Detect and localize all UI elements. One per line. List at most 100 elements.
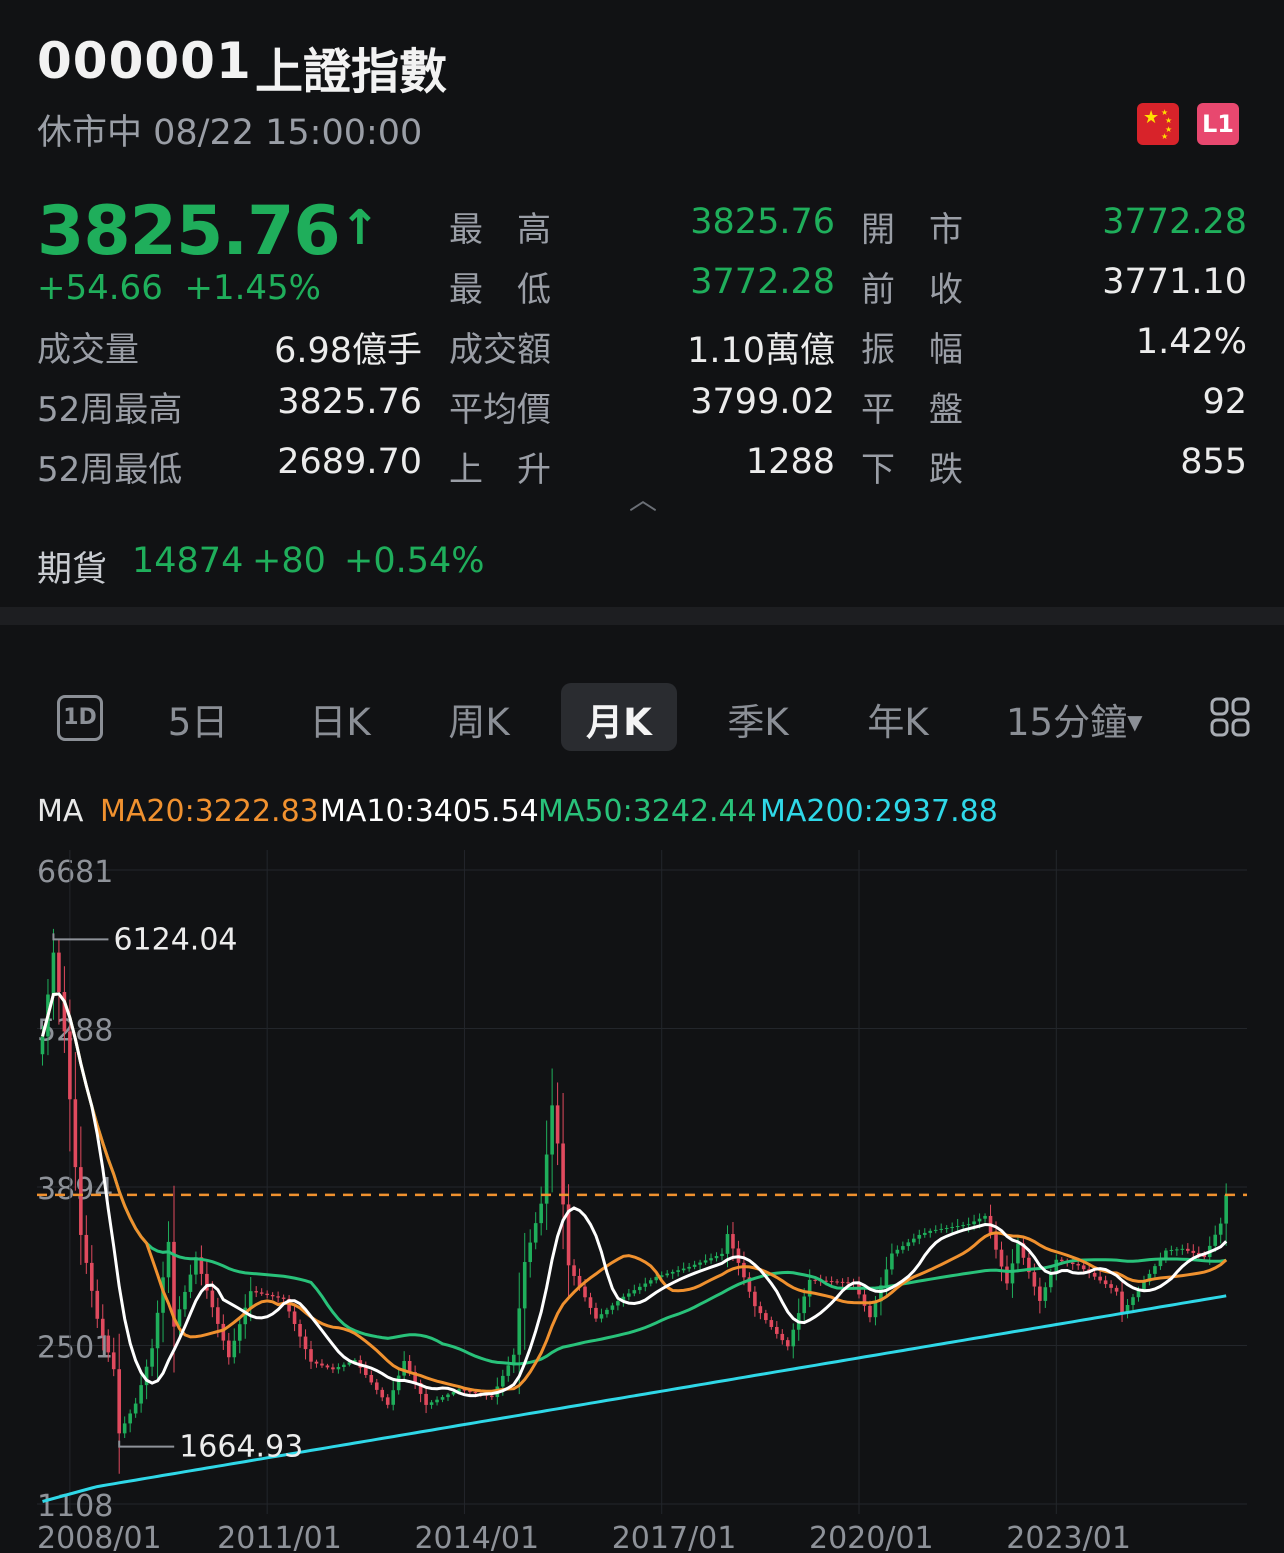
candle-body — [265, 1293, 269, 1296]
candle-body — [731, 1234, 735, 1249]
candle-body — [122, 1423, 127, 1434]
candle-body — [890, 1253, 894, 1270]
stat-value: 1.42% — [1135, 322, 1247, 362]
candle-body — [446, 1394, 450, 1398]
candle-body — [555, 1105, 560, 1144]
candle-body — [950, 1227, 954, 1229]
candle-body — [955, 1226, 960, 1228]
candle-body — [374, 1382, 379, 1390]
candle-body — [369, 1374, 374, 1383]
candle-body — [210, 1290, 215, 1308]
candle-body — [884, 1269, 889, 1286]
stat-value: 3771.10 — [1102, 262, 1247, 302]
candle-body — [791, 1329, 796, 1347]
candle-body — [813, 1279, 817, 1281]
candle-body — [1081, 1265, 1086, 1270]
stat-label: 成交量 — [37, 330, 139, 370]
candle-body — [1103, 1280, 1108, 1285]
candle-body — [517, 1308, 522, 1355]
candle-body — [227, 1340, 231, 1358]
candle-body — [95, 1290, 100, 1319]
candle-body — [150, 1348, 154, 1367]
tab-5day[interactable]: 5日 — [158, 692, 238, 746]
candle-body — [1010, 1263, 1015, 1284]
candle-body — [594, 1307, 598, 1319]
monthly-k-chart[interactable]: 668152883894250111082008/01 2011/01 2014/0… — [0, 840, 1284, 1553]
candle-body — [599, 1314, 604, 1319]
y-tick-label: 6681 — [37, 855, 113, 890]
dropdown-caret-icon: ▼ — [1127, 710, 1143, 734]
x-tick-label: 2011/01 — [217, 1521, 342, 1553]
candle-body — [133, 1403, 138, 1414]
y-tick-label: 1108 — [37, 1489, 113, 1524]
tab-monthly-k[interactable]: 月K — [576, 692, 662, 746]
candle-body — [111, 1352, 116, 1370]
stock-name: 上證指數 — [255, 44, 448, 100]
candle-body — [183, 1291, 187, 1310]
y-tick-label: 2501 — [37, 1331, 113, 1366]
level1-badge-icon[interactable]: L1 — [1197, 103, 1239, 145]
candle-body — [709, 1258, 713, 1261]
candle-body — [846, 1282, 850, 1284]
stat-label: 52周最高 — [37, 390, 183, 430]
candle-body — [506, 1365, 511, 1376]
ma10-legend: MA10:3405.54 — [320, 794, 539, 829]
candle-body — [1213, 1234, 1218, 1246]
stat-value: 3799.02 — [690, 382, 835, 422]
candle-body — [539, 1203, 543, 1224]
candle-body — [544, 1154, 549, 1204]
tab-weekly-k[interactable]: 周K — [437, 692, 521, 746]
candle-body — [802, 1296, 807, 1314]
candle-body — [440, 1397, 445, 1400]
candle-body — [572, 1265, 576, 1276]
stat-value: 1288 — [745, 442, 835, 482]
stat-label: 最 高 — [449, 210, 551, 250]
ma20-legend: MA20:3222.83 — [100, 794, 319, 829]
candle-body — [281, 1297, 286, 1299]
candle-body — [1131, 1297, 1135, 1305]
stat-value: 1.10萬億 — [687, 331, 835, 371]
candle-body — [396, 1375, 401, 1391]
candle-body — [627, 1293, 631, 1297]
futures-price[interactable]: 14874 — [132, 541, 243, 581]
price-change: +54.66 +1.45% — [37, 268, 321, 308]
candle-body — [840, 1281, 845, 1283]
candle-body — [1109, 1284, 1113, 1288]
candle-body — [473, 1391, 478, 1394]
futures-change-pct: +0.54% — [344, 541, 485, 581]
candle-body — [616, 1301, 620, 1306]
grid-icon[interactable] — [1210, 697, 1250, 737]
stat-label: 52周最低 — [37, 450, 183, 490]
candle-body — [84, 1234, 89, 1263]
candle-body — [873, 1301, 878, 1318]
tab-yearly-k[interactable]: 年K — [856, 692, 940, 746]
tab-daily-k[interactable]: 日K — [298, 692, 382, 746]
candle-body — [764, 1313, 768, 1321]
candle-body — [922, 1232, 927, 1235]
ma200-legend: MA200:2937.88 — [760, 794, 998, 829]
stat-label: 成交額 — [449, 330, 551, 370]
stat-label: 平均價 — [449, 390, 551, 430]
candle-body — [1169, 1249, 1174, 1251]
candle-body — [522, 1262, 527, 1309]
candle-body — [139, 1385, 143, 1404]
tab-15min-dropdown[interactable]: 15分鐘▼ — [1006, 692, 1142, 746]
1d-icon[interactable]: 1D — [57, 695, 103, 741]
candle-body — [769, 1320, 774, 1327]
candle-body — [780, 1333, 785, 1341]
stat-label: 平 盤 — [861, 390, 963, 430]
annotation-label: 6124.04 — [113, 922, 237, 957]
collapse-chevron-icon[interactable]: ︿ — [629, 478, 657, 518]
china-flag-icon[interactable]: ★ ★ ★ ★ ★ — [1137, 103, 1179, 145]
candle-body — [1092, 1272, 1097, 1277]
candle-body — [758, 1306, 763, 1314]
candle-body — [1016, 1243, 1020, 1264]
candle-body — [610, 1305, 615, 1310]
ma50-legend: MA50:3242.44 — [538, 794, 757, 829]
candle-body — [1120, 1291, 1124, 1313]
stat-value: 92 — [1202, 382, 1247, 422]
section-divider — [0, 607, 1284, 625]
candle-body — [1059, 1259, 1064, 1262]
candle-body — [254, 1291, 259, 1293]
tab-quarterly-k[interactable]: 季K — [716, 692, 800, 746]
